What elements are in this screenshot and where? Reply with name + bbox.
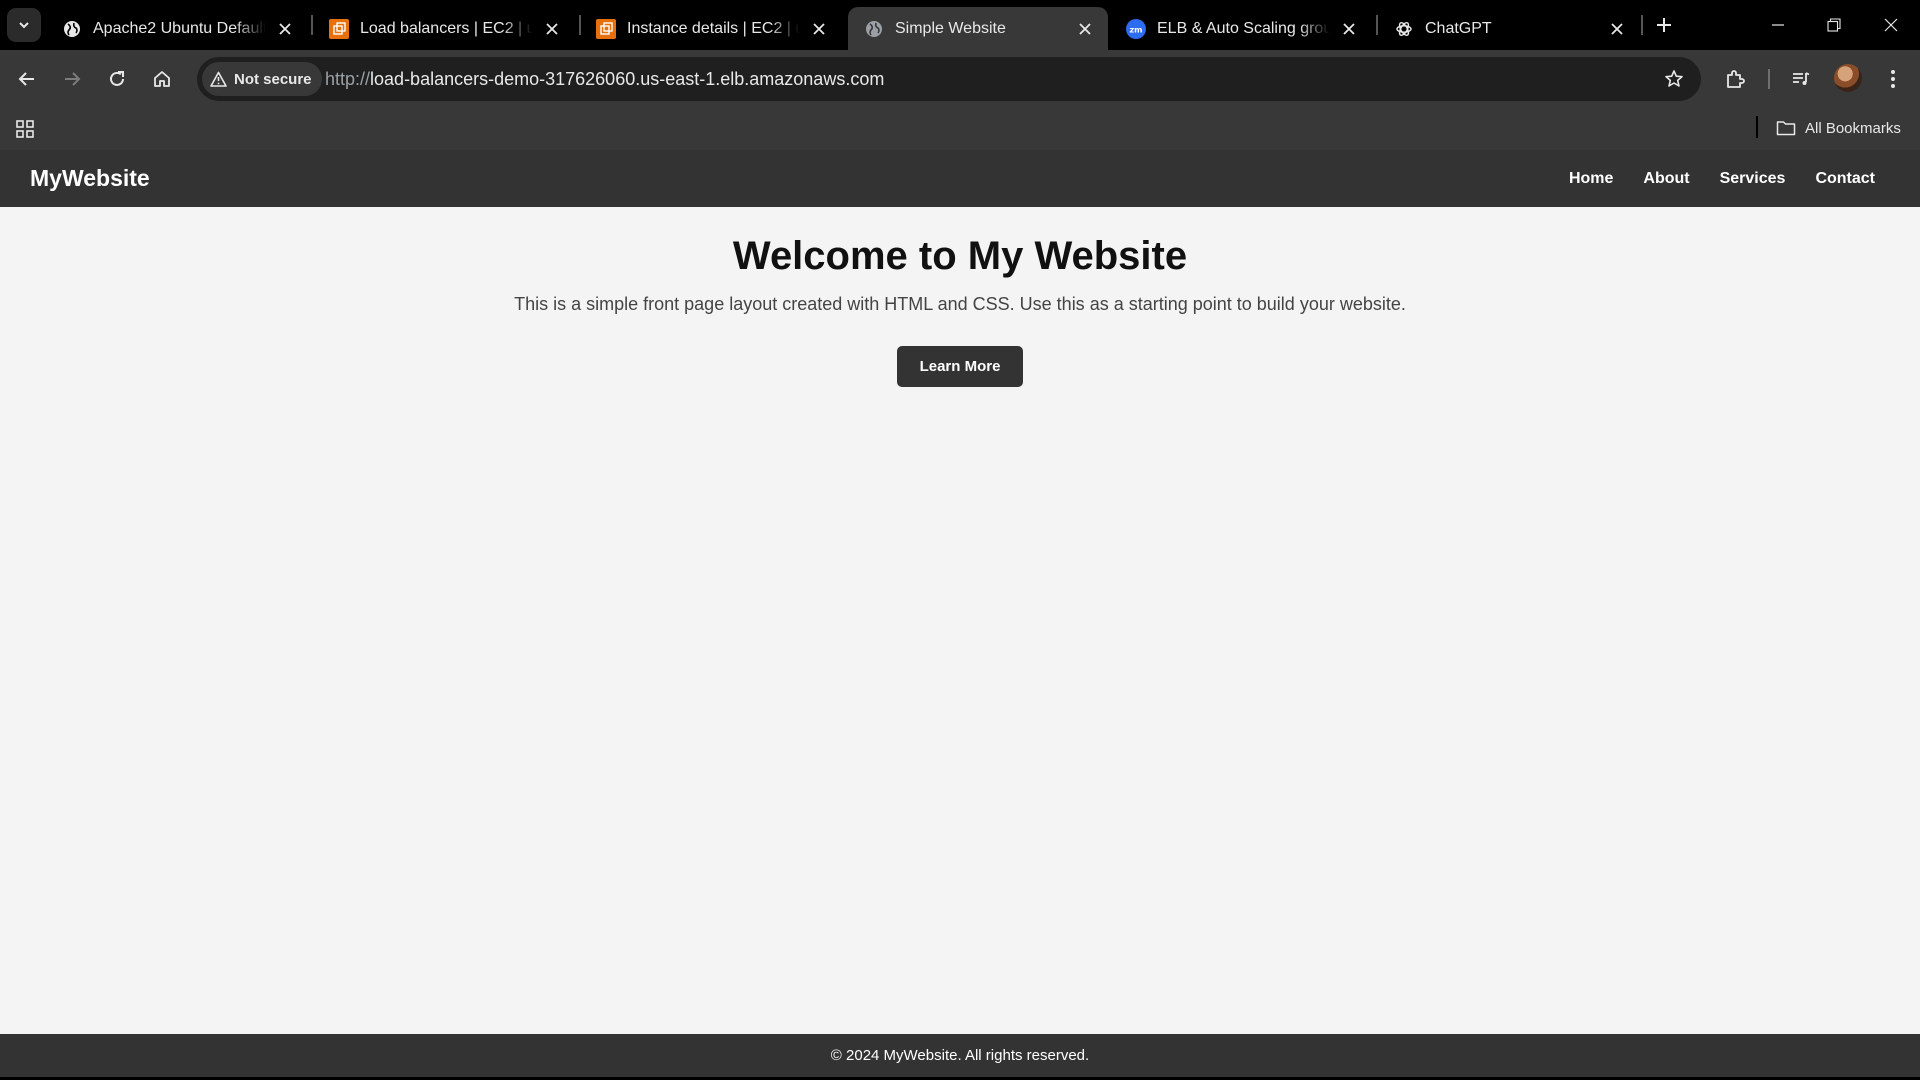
extensions-button[interactable]: [1718, 62, 1752, 96]
close-window-button[interactable]: [1863, 0, 1919, 50]
aws-ec2-icon: [596, 18, 616, 39]
nav-services-link[interactable]: Services: [1720, 170, 1786, 188]
hero-title: Welcome to My Website: [732, 234, 1188, 278]
bookmarks-divider: [1756, 116, 1758, 138]
tab-title: Load balancers | EC2 | us-east-1: [360, 19, 533, 37]
page-viewport: MyWebsite Home About Services Contact We…: [0, 150, 1920, 1080]
forward-button[interactable]: [55, 62, 89, 96]
apps-button[interactable]: [12, 116, 38, 142]
minimize-button[interactable]: [1750, 0, 1806, 50]
arrow-right-icon: [65, 72, 81, 86]
site-nav: Home About Services Contact: [1539, 150, 1875, 207]
globe-icon: [864, 19, 884, 39]
learn-more-button[interactable]: Learn More: [897, 346, 1023, 387]
close-icon: [1884, 18, 1898, 32]
site-info-chip[interactable]: Not secure: [202, 62, 322, 96]
toolbar-divider: [1768, 69, 1770, 89]
svg-text:zm: zm: [1130, 25, 1143, 34]
restore-button[interactable]: [1806, 0, 1862, 50]
tab-instance-details[interactable]: Instance details | EC2 | us-east-1: [580, 7, 842, 50]
home-icon: [154, 71, 170, 87]
new-tab-button[interactable]: [1650, 11, 1678, 39]
browser-toolbar: Not secure http://load-balancers-demo-31…: [0, 50, 1920, 108]
back-button[interactable]: [10, 62, 44, 96]
tab-title: ChatGPT: [1425, 19, 1492, 37]
tab-title: Instance details | EC2 | us-east-1: [627, 19, 800, 37]
reload-icon: [110, 71, 124, 86]
close-tab-icon[interactable]: [274, 18, 296, 40]
tab-strip: Apache2 Ubuntu Default Page: It works Lo…: [0, 0, 1920, 50]
tab-apache[interactable]: Apache2 Ubuntu Default Page: It works: [46, 7, 308, 50]
browser-menu-button[interactable]: [1876, 62, 1910, 96]
profile-avatar[interactable]: [1834, 64, 1862, 92]
puzzle-icon: [1727, 70, 1745, 88]
all-bookmarks-label: All Bookmarks: [1805, 119, 1901, 137]
chevron-down-icon: [19, 22, 29, 29]
security-label: Not secure: [234, 70, 312, 88]
url-text[interactable]: http://load-balancers-demo-317626060.us-…: [325, 57, 884, 101]
apps-grid-icon: [16, 120, 34, 138]
arrow-left-icon: [18, 72, 34, 86]
site-logo[interactable]: MyWebsite: [30, 150, 150, 207]
star-icon: [1665, 70, 1683, 87]
folder-icon: [1776, 121, 1796, 136]
close-tab-icon[interactable]: [1338, 18, 1360, 40]
media-control-button[interactable]: [1784, 62, 1818, 96]
close-tab-icon[interactable]: [1074, 18, 1096, 40]
url-scheme: http://: [325, 69, 371, 89]
tab-title: Apache2 Ubuntu Default Page: It works: [93, 19, 266, 37]
aws-ec2-icon: [329, 18, 349, 39]
close-tab-icon[interactable]: [541, 18, 563, 40]
address-bar[interactable]: Not secure http://load-balancers-demo-31…: [197, 57, 1701, 101]
hero-text: This is a simple front page layout creat…: [514, 294, 1406, 314]
tab-elb-auto-scaling[interactable]: zm ELB & Auto Scaling group: [1110, 7, 1372, 50]
more-vert-icon: [1891, 70, 1895, 88]
tab-title: ELB & Auto Scaling group: [1157, 19, 1330, 37]
warning-icon: [210, 71, 227, 87]
tab-load-balancers[interactable]: Load balancers | EC2 | us-east-1: [313, 7, 575, 50]
nav-about-link[interactable]: About: [1643, 170, 1689, 188]
tab-search-button[interactable]: [7, 8, 41, 42]
minimize-icon: [1772, 24, 1784, 26]
site-footer: © 2024 MyWebsite. All rights reserved.: [0, 1034, 1920, 1077]
chatgpt-icon: [1394, 19, 1414, 39]
zoom-icon: zm: [1126, 18, 1146, 39]
nav-home-link[interactable]: Home: [1569, 170, 1613, 188]
nav-contact-link[interactable]: Contact: [1815, 170, 1875, 188]
reload-button[interactable]: [100, 62, 134, 96]
close-tab-icon[interactable]: [1606, 18, 1628, 40]
tab-chatgpt[interactable]: ChatGPT: [1378, 7, 1640, 50]
all-bookmarks-button[interactable]: All Bookmarks: [1776, 114, 1901, 142]
media-queue-icon: [1793, 72, 1810, 85]
bookmarks-bar: All Bookmarks: [0, 108, 1920, 150]
tab-simple-website[interactable]: Simple Website: [848, 7, 1108, 50]
tab-title: Simple Website: [895, 19, 1006, 37]
home-button[interactable]: [145, 62, 179, 96]
url-host: load-balancers-demo-317626060.us-east-1.…: [370, 69, 885, 89]
close-tab-icon[interactable]: [808, 18, 830, 40]
globe-icon: [62, 19, 82, 39]
bookmark-star-button[interactable]: [1659, 64, 1689, 94]
plus-icon: [1657, 18, 1671, 32]
restore-icon: [1827, 18, 1841, 32]
tab-separator: [1641, 15, 1643, 35]
site-header: MyWebsite Home About Services Contact: [0, 150, 1920, 207]
